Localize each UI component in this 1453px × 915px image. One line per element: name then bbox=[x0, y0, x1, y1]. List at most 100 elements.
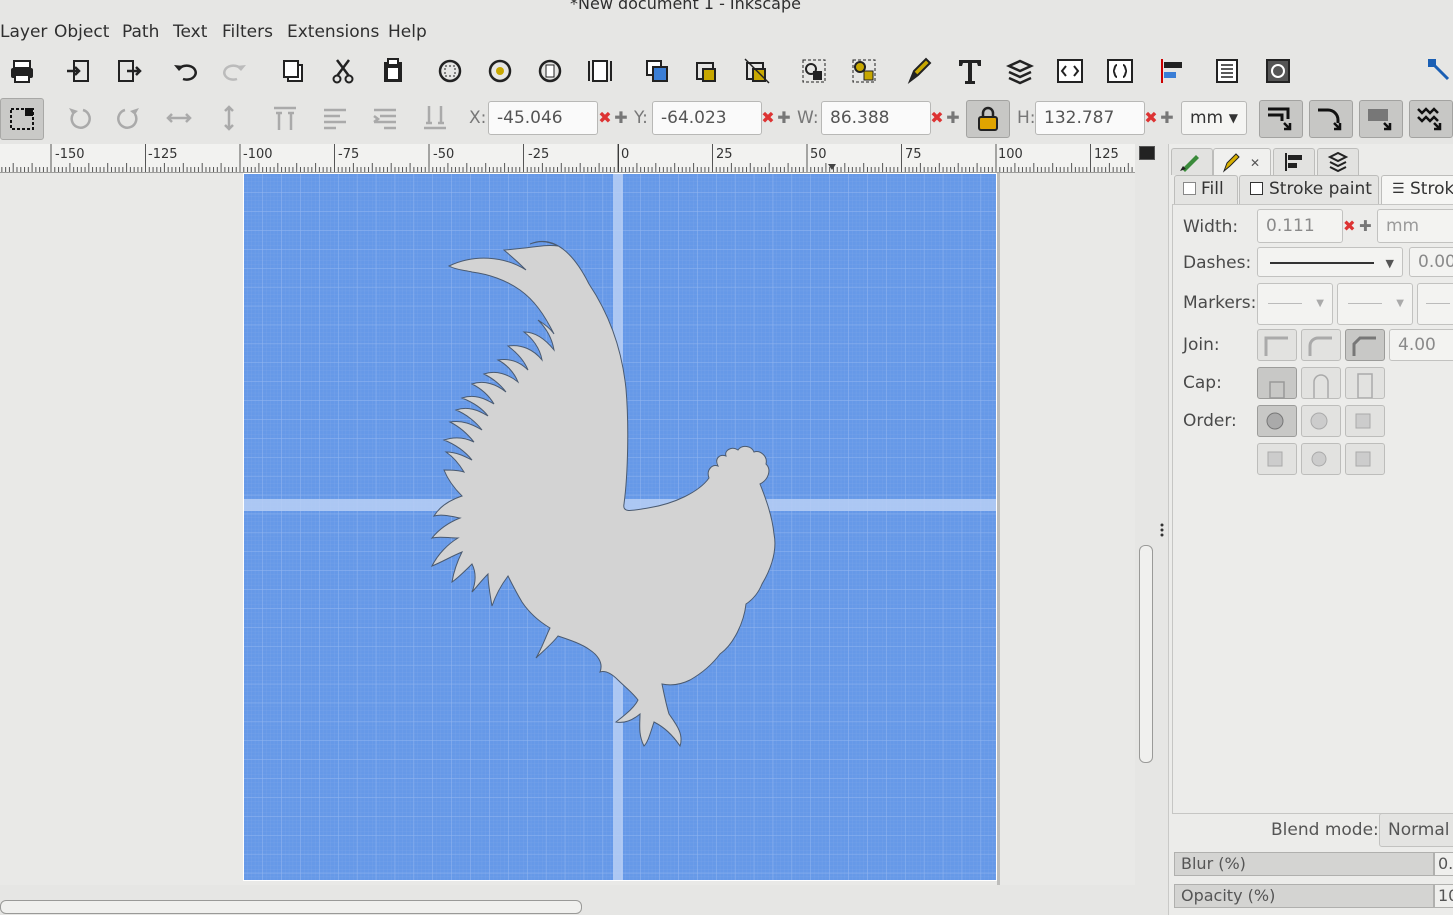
unit-select[interactable]: mm ▼ bbox=[1181, 101, 1247, 135]
tab-fill-stroke[interactable]: ✕ bbox=[1213, 148, 1271, 175]
menu-text[interactable]: Text bbox=[173, 22, 207, 42]
order-markers-fill-button[interactable] bbox=[1257, 443, 1297, 475]
flip-horizontal-icon[interactable] bbox=[162, 101, 196, 135]
zoom-page-width-icon[interactable] bbox=[583, 54, 617, 88]
menu-path[interactable]: Path bbox=[122, 22, 159, 42]
order-markers-stroke-button[interactable] bbox=[1345, 443, 1385, 475]
menu-help[interactable]: Help bbox=[388, 22, 427, 42]
menu-filters[interactable]: Filters bbox=[222, 22, 273, 42]
x-step-icon[interactable]: ✚ bbox=[613, 101, 629, 135]
order-stroke-markers-button[interactable] bbox=[1301, 443, 1341, 475]
lower-to-bottom-icon[interactable] bbox=[418, 101, 452, 135]
y-step-icon[interactable]: ✚ bbox=[776, 101, 792, 135]
end-marker-select[interactable] bbox=[1417, 283, 1453, 325]
dash-offset-field[interactable]: 0.00 bbox=[1409, 247, 1453, 277]
menu-object[interactable]: Object bbox=[54, 22, 109, 42]
scale-corners-button[interactable] bbox=[1309, 100, 1353, 138]
dashes-select[interactable]: ▼ bbox=[1257, 247, 1403, 277]
cap-round-button[interactable] bbox=[1301, 367, 1341, 399]
drawing-canvas[interactable] bbox=[0, 173, 1135, 885]
transform-patterns-button[interactable] bbox=[1409, 100, 1453, 138]
h-clear-icon[interactable]: ✖ bbox=[1143, 101, 1159, 135]
layers-icon[interactable] bbox=[1003, 54, 1037, 88]
preferences-icon[interactable] bbox=[1261, 54, 1295, 88]
document-properties-icon[interactable] bbox=[1210, 54, 1244, 88]
opacity-value[interactable]: 10 bbox=[1434, 884, 1453, 908]
text-font-icon[interactable] bbox=[953, 54, 987, 88]
w-clear-icon[interactable]: ✖ bbox=[929, 101, 945, 135]
order-normal-button[interactable] bbox=[1257, 405, 1297, 437]
horizontal-ruler[interactable]: -150 -125 -100 -75 -50 -25 0 25 50 75 10… bbox=[0, 144, 1135, 173]
tab-layers[interactable] bbox=[1317, 148, 1359, 175]
css-selectors-icon[interactable] bbox=[1103, 54, 1137, 88]
join-bevel-button[interactable] bbox=[1345, 329, 1385, 361]
h-step-icon[interactable]: ✚ bbox=[1159, 101, 1175, 135]
clone-icon[interactable] bbox=[690, 54, 724, 88]
opacity-slider[interactable]: Opacity (%) bbox=[1174, 884, 1434, 908]
blur-slider[interactable]: Blur (%) bbox=[1174, 852, 1434, 876]
width-unit-select[interactable]: mm bbox=[1377, 209, 1453, 243]
cap-square-button[interactable] bbox=[1345, 367, 1385, 399]
paste-icon[interactable] bbox=[376, 54, 410, 88]
xml-editor-icon[interactable] bbox=[1053, 54, 1087, 88]
miter-limit-field[interactable]: 4.00 bbox=[1389, 329, 1453, 361]
undo-icon[interactable] bbox=[168, 54, 202, 88]
blend-mode-select[interactable]: Normal bbox=[1379, 813, 1453, 847]
menu-layer[interactable]: Layer bbox=[0, 22, 47, 42]
page-area[interactable] bbox=[243, 173, 997, 881]
transform-gradients-button[interactable] bbox=[1359, 100, 1403, 138]
duplicate-icon[interactable] bbox=[640, 54, 674, 88]
unlink-clone-icon[interactable] bbox=[740, 54, 774, 88]
w-step-icon[interactable]: ✚ bbox=[945, 101, 961, 135]
zoom-selection-icon[interactable] bbox=[433, 54, 467, 88]
ruler-corner-icon[interactable] bbox=[1139, 146, 1155, 160]
order-stroke-fill-button[interactable] bbox=[1301, 405, 1341, 437]
menu-extensions[interactable]: Extensions bbox=[287, 22, 379, 42]
start-marker-select[interactable]: ▼ bbox=[1257, 283, 1333, 325]
tab-fill[interactable]: Fill bbox=[1174, 175, 1238, 205]
fill-stroke-icon[interactable] bbox=[903, 54, 937, 88]
redo-icon[interactable] bbox=[218, 54, 252, 88]
y-field[interactable]: -64.023 bbox=[652, 101, 762, 135]
tab-stroke-style[interactable]: ☰ Strok bbox=[1381, 175, 1453, 204]
x-field[interactable]: -45.046 bbox=[488, 101, 598, 135]
raise-icon[interactable] bbox=[318, 101, 352, 135]
order-fill-markers-button[interactable] bbox=[1345, 405, 1385, 437]
cut-icon[interactable] bbox=[326, 54, 360, 88]
blur-value[interactable]: 0. bbox=[1434, 852, 1453, 876]
h-field[interactable]: 132.787 bbox=[1035, 101, 1145, 135]
copy-icon[interactable] bbox=[276, 54, 310, 88]
lock-ratio-button[interactable] bbox=[966, 100, 1010, 138]
flip-vertical-icon[interactable] bbox=[212, 101, 246, 135]
import-icon[interactable] bbox=[61, 54, 95, 88]
zoom-page-icon[interactable] bbox=[533, 54, 567, 88]
tab-align[interactable] bbox=[1273, 148, 1315, 175]
group-icon[interactable] bbox=[797, 54, 831, 88]
align-distribute-icon[interactable] bbox=[1155, 54, 1189, 88]
y-clear-icon[interactable]: ✖ bbox=[760, 101, 776, 135]
snap-toggle-icon[interactable] bbox=[1423, 54, 1453, 88]
scale-stroke-button[interactable] bbox=[1259, 100, 1303, 138]
ungroup-icon[interactable] bbox=[847, 54, 881, 88]
join-miter-button[interactable] bbox=[1257, 329, 1297, 361]
mid-marker-select[interactable]: ▼ bbox=[1337, 283, 1413, 325]
vertical-scrollbar[interactable] bbox=[1139, 545, 1153, 763]
rotate-cw-icon[interactable] bbox=[112, 101, 146, 135]
join-round-button[interactable] bbox=[1301, 329, 1341, 361]
export-icon[interactable] bbox=[112, 54, 146, 88]
panel-drag-handle[interactable] bbox=[1160, 522, 1164, 538]
tab-stroke-paint[interactable]: Stroke paint bbox=[1239, 175, 1379, 205]
width-step-icon[interactable]: ✚ bbox=[1359, 217, 1372, 235]
width-field[interactable]: 0.111 bbox=[1257, 209, 1343, 243]
tab-brush[interactable] bbox=[1171, 148, 1213, 175]
raise-to-top-icon[interactable] bbox=[268, 101, 302, 135]
select-tool-button[interactable] bbox=[0, 98, 44, 140]
rotate-ccw-icon[interactable] bbox=[62, 101, 96, 135]
w-field[interactable]: 86.388 bbox=[821, 101, 931, 135]
horizontal-scrollbar[interactable] bbox=[0, 900, 582, 914]
lower-icon[interactable] bbox=[368, 101, 402, 135]
zoom-drawing-icon[interactable] bbox=[483, 54, 517, 88]
print-icon[interactable] bbox=[5, 54, 39, 88]
width-clear-icon[interactable]: ✖ bbox=[1343, 217, 1356, 235]
x-clear-icon[interactable]: ✖ bbox=[597, 101, 613, 135]
